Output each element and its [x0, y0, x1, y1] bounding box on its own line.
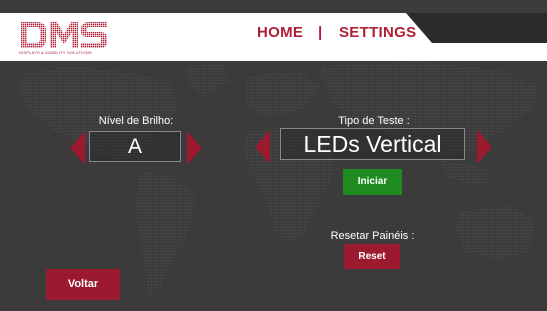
start-test-button[interactable]: Iniciar: [343, 169, 402, 195]
test-type-label: Tipo de Teste :: [338, 115, 410, 127]
nav-settings-link[interactable]: SETTINGS: [339, 24, 416, 41]
test-type-value: LEDs Vertical: [280, 128, 465, 160]
reset-button[interactable]: Reset: [344, 244, 400, 269]
brightness-prev-arrow-icon[interactable]: [70, 131, 85, 165]
test-type-next-arrow-icon[interactable]: [477, 130, 492, 164]
back-button[interactable]: Voltar: [46, 269, 120, 300]
top-strip: [0, 0, 547, 13]
brightness-label: Nível de Brilho:: [98, 115, 174, 127]
nav-separator: |: [318, 24, 323, 41]
brightness-value: A: [89, 131, 181, 162]
nav-home-link[interactable]: HOME: [257, 24, 303, 41]
reset-panels-label: Resetar Painéis :: [330, 230, 415, 242]
settings-panel: Nível de Brilho: A Tipo de Teste : LEDs …: [0, 61, 547, 311]
test-type-prev-arrow-icon[interactable]: [255, 130, 270, 164]
brightness-next-arrow-icon[interactable]: [187, 131, 202, 165]
logo-subtitle: DISPLAYS & MOBILITY SOLUTIONS: [19, 50, 92, 55]
